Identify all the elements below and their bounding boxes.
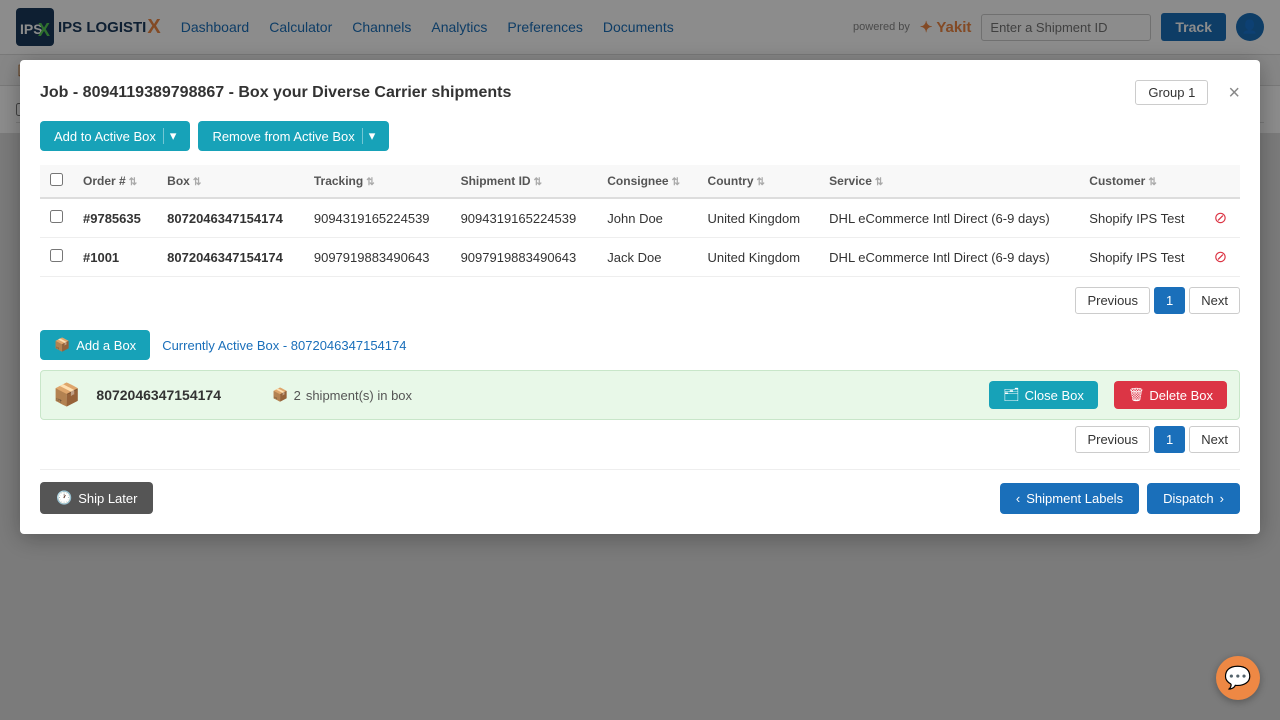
close-box-button[interactable]: 🗂 Close Box [989,381,1098,409]
th-order: Order #⇅ [73,165,157,198]
row1-customer: Shopify IPS Test [1079,198,1204,238]
modal-title: Job - 8094119389798867 - Box your Divers… [40,84,511,102]
row1-tracking: 9094319165224539 [304,198,451,238]
box-pagination-next-button[interactable]: Next [1189,426,1240,453]
box-icon: 📦 [53,382,80,408]
row2-country: United Kingdom [698,238,820,277]
th-consignee: Consignee⇅ [597,165,697,198]
box-pagination: Previous 1 Next [40,426,1240,453]
delete-box-button[interactable]: 🗑 Delete Box [1114,381,1227,409]
ship-later-label: Ship Later [78,491,137,506]
row2-box: 8072046347154174 [157,238,304,277]
row1-checkbox[interactable] [40,198,73,238]
modal-footer: 🕐 Ship Later ‹ Shipment Labels Dispatch … [40,469,1240,514]
box-shipments-count: 2 [294,388,301,403]
shipment-labels-label: Shipment Labels [1026,491,1123,506]
footer-right-buttons: ‹ Shipment Labels Dispatch › [1000,483,1240,514]
row1-consignee: John Doe [597,198,697,238]
row2-delete[interactable]: ⊘ [1204,238,1240,277]
row1-box: 8072046347154174 [157,198,304,238]
row2-check[interactable] [50,249,63,262]
close-box-label: Close Box [1025,388,1084,403]
table-body: #9785635 8072046347154174 90943191652245… [40,198,1240,277]
modal-dialog: Job - 8094119389798867 - Box your Divers… [20,60,1260,534]
ship-later-icon: 🕐 [56,490,72,506]
th-country: Country⇅ [698,165,820,198]
shipment-labels-icon: ‹ [1016,491,1020,506]
row2-order: #1001 [73,238,157,277]
orders-table: Order #⇅ Box⇅ Tracking⇅ Shipment ID⇅ Con… [40,165,1240,277]
close-box-icon: 🗂 [1003,387,1020,403]
shipment-labels-button[interactable]: ‹ Shipment Labels [1000,483,1139,514]
select-all-checkbox[interactable] [50,173,63,186]
table-row: #9785635 8072046347154174 90943191652245… [40,198,1240,238]
add-box-label: Add to Active Box [54,129,156,144]
row1-order: #9785635 [73,198,157,238]
modal-header: Job - 8094119389798867 - Box your Divers… [40,80,1240,105]
box-count-icon: 📦 [272,387,288,403]
row1-delete[interactable]: ⊘ [1204,198,1240,238]
modal-close-button[interactable]: × [1228,83,1240,103]
dispatch-icon: › [1220,491,1224,506]
box-id: 8072046347154174 [96,387,256,403]
delete-box-icon: 🗑 [1128,387,1145,403]
row1-check[interactable] [50,210,63,223]
group-badge: Group 1 [1135,80,1208,105]
row2-shipment-id: 9097919883490643 [451,238,598,277]
box-shipments-label: shipment(s) in box [306,388,412,403]
action-buttons-row: Add to Active Box ▾ Remove from Active B… [40,121,1240,151]
pagination-page-1-button[interactable]: 1 [1154,287,1185,314]
pagination-previous-button[interactable]: Previous [1075,287,1150,314]
th-shipment-id: Shipment ID⇅ [451,165,598,198]
table-pagination: Previous 1 Next [40,287,1240,314]
th-action [1204,165,1240,198]
ship-later-button[interactable]: 🕐 Ship Later [40,482,153,514]
add-box-row: 📦 Add a Box Currently Active Box - 80720… [40,330,1240,360]
add-to-active-box-button[interactable]: Add to Active Box ▾ [40,121,190,151]
box-shipments-info: 📦 2 shipment(s) in box [272,387,973,403]
row2-service: DHL eCommerce Intl Direct (6-9 days) [819,238,1079,277]
row1-service: DHL eCommerce Intl Direct (6-9 days) [819,198,1079,238]
table-header: Order #⇅ Box⇅ Tracking⇅ Shipment ID⇅ Con… [40,165,1240,198]
row1-delete-icon[interactable]: ⊘ [1214,210,1227,227]
remove-box-label: Remove from Active Box [212,129,354,144]
remove-box-dropdown-arrow[interactable]: ▾ [362,128,376,144]
row1-country: United Kingdom [698,198,820,238]
pagination-next-button[interactable]: Next [1189,287,1240,314]
th-checkbox [40,165,73,198]
box-pagination-page-1-button[interactable]: 1 [1154,426,1185,453]
dispatch-label: Dispatch [1163,491,1214,506]
th-box: Box⇅ [157,165,304,198]
add-a-box-button[interactable]: 📦 Add a Box [40,330,150,360]
th-tracking: Tracking⇅ [304,165,451,198]
th-customer: Customer⇅ [1079,165,1204,198]
row2-checkbox[interactable] [40,238,73,277]
add-a-box-label: Add a Box [76,338,136,353]
add-box-icon: 📦 [54,337,70,353]
row2-delete-icon[interactable]: ⊘ [1214,249,1227,266]
row2-customer: Shopify IPS Test [1079,238,1204,277]
box-pagination-previous-button[interactable]: Previous [1075,426,1150,453]
box-row: 📦 8072046347154174 📦 2 shipment(s) in bo… [40,370,1240,420]
add-box-dropdown-arrow[interactable]: ▾ [163,128,177,144]
th-service: Service⇅ [819,165,1079,198]
active-box-label: Currently Active Box - 8072046347154174 [162,338,406,353]
row2-tracking: 9097919883490643 [304,238,451,277]
table-row: #1001 8072046347154174 9097919883490643 … [40,238,1240,277]
support-bubble[interactable]: 💬 [1216,656,1260,700]
row2-consignee: Jack Doe [597,238,697,277]
delete-box-label: Delete Box [1149,388,1213,403]
modal-overlay: Job - 8094119389798867 - Box your Divers… [0,0,1280,720]
remove-from-active-box-button[interactable]: Remove from Active Box ▾ [198,121,389,151]
row1-shipment-id: 9094319165224539 [451,198,598,238]
dispatch-button[interactable]: Dispatch › [1147,483,1240,514]
